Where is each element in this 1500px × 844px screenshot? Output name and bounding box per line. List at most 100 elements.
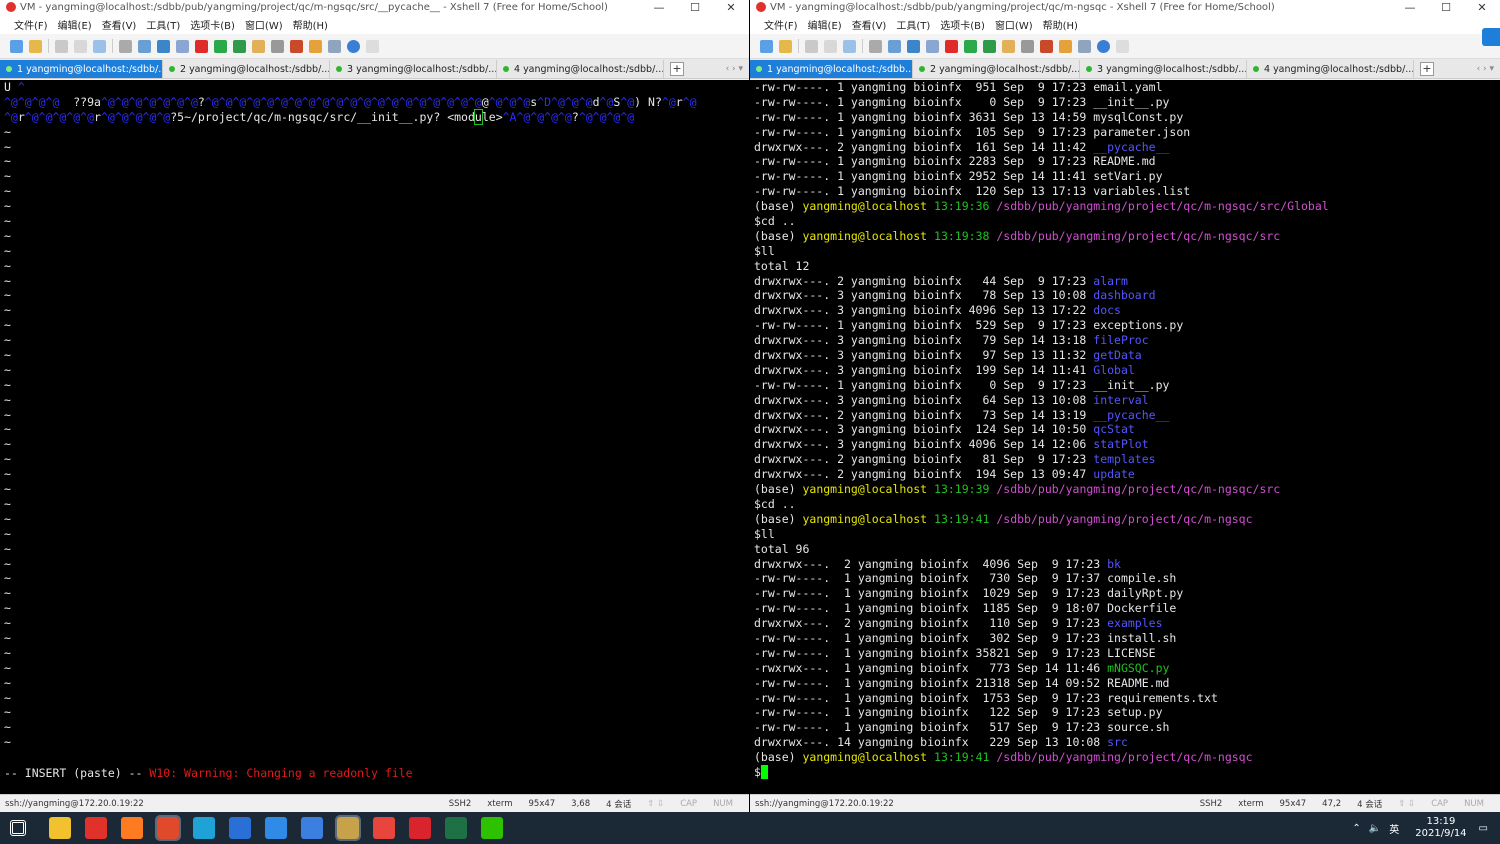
globe-icon[interactable] xyxy=(157,39,170,53)
ime-indicator[interactable]: 英 xyxy=(1389,821,1399,836)
close-icon[interactable]: ✕ xyxy=(713,1,749,14)
menu-file[interactable]: 文件(F) xyxy=(764,17,798,32)
session-tab-2[interactable]: 2 yangming@localhost:/sdbb/... xyxy=(163,60,330,78)
feishu-icon[interactable] xyxy=(265,817,287,839)
excel-icon[interactable] xyxy=(445,817,467,839)
tab-label: 1 yangming@localhost:/sdbb/... xyxy=(17,63,163,75)
maximize-icon[interactable]: ☐ xyxy=(677,1,713,14)
session-tab-4[interactable]: 4 yangming@localhost:/sdbb/... xyxy=(497,60,664,78)
add-tab-icon[interactable]: + xyxy=(1420,62,1434,76)
menu-view[interactable]: 查看(V) xyxy=(852,17,887,32)
compose-icon[interactable] xyxy=(309,39,322,53)
menu-tabs[interactable]: 选项卡(B) xyxy=(940,17,985,32)
compose-icon[interactable] xyxy=(1059,39,1072,53)
reconnect-icon[interactable] xyxy=(843,39,856,53)
fullscreen-icon[interactable] xyxy=(983,39,996,53)
font-icon[interactable] xyxy=(176,39,189,53)
xshell-icon[interactable] xyxy=(155,815,181,841)
terminal-vim[interactable]: U ^ ^@^@^@^@ ??9a^@^@^@^@^@^@^@?^@^@^@^@… xyxy=(0,80,749,794)
command-line: $cd .. xyxy=(754,214,796,229)
search-icon[interactable] xyxy=(869,39,882,53)
chat-icon[interactable] xyxy=(1116,39,1129,53)
menu-edit[interactable]: 编辑(E) xyxy=(58,17,92,32)
add-tab-icon[interactable]: + xyxy=(670,62,684,76)
menu-tools[interactable]: 工具(T) xyxy=(896,17,930,32)
menu-view[interactable]: 查看(V) xyxy=(102,17,137,32)
file-name: fileProc xyxy=(1093,333,1149,348)
volume-icon[interactable]: 🔈 xyxy=(1369,823,1381,834)
disconnect-icon[interactable] xyxy=(824,39,837,53)
menu-help[interactable]: 帮助(H) xyxy=(1043,17,1078,32)
xftp-icon[interactable] xyxy=(195,39,208,53)
search-icon[interactable] xyxy=(119,39,132,53)
layout-icon[interactable] xyxy=(1078,39,1091,53)
tray-chevron-icon[interactable]: ⌃ xyxy=(1352,823,1360,834)
reconnect-icon[interactable] xyxy=(93,39,106,53)
chat-icon[interactable] xyxy=(366,39,379,53)
chrome-icon[interactable] xyxy=(373,817,395,839)
menu-tools[interactable]: 工具(T) xyxy=(146,17,180,32)
en-keyboard-icon[interactable] xyxy=(229,817,251,839)
keyboard-icon[interactable] xyxy=(271,39,284,53)
disconnect-icon[interactable] xyxy=(74,39,87,53)
notification-icon[interactable]: ▭ xyxy=(1479,823,1488,834)
maximize-icon[interactable]: ☐ xyxy=(1428,1,1464,14)
new-session-icon[interactable] xyxy=(760,39,773,53)
status-arrows-icon: ⇧ ⇩ xyxy=(647,798,665,809)
globe-icon[interactable] xyxy=(907,39,920,53)
menu-file[interactable]: 文件(F) xyxy=(14,17,48,32)
session-tab-1[interactable]: 1 yangming@localhost:/sdbb...× xyxy=(750,60,913,78)
tab-nav-arrows-icon[interactable]: ‹ › ▾ xyxy=(1477,64,1500,74)
help-icon[interactable] xyxy=(1097,39,1110,53)
font-icon[interactable] xyxy=(926,39,939,53)
menu-help[interactable]: 帮助(H) xyxy=(293,17,328,32)
open-folder-icon[interactable] xyxy=(29,39,42,53)
fullscreen-icon[interactable] xyxy=(233,39,246,53)
copy-icon[interactable] xyxy=(138,39,151,53)
menu-window[interactable]: 窗口(W) xyxy=(995,17,1033,32)
minimize-icon[interactable]: — xyxy=(1392,1,1428,14)
firefox-icon[interactable] xyxy=(121,817,143,839)
new-session-icon[interactable] xyxy=(10,39,23,53)
help-icon[interactable] xyxy=(347,39,360,53)
terminal-shell[interactable]: -rw-rw----. 1 yangming bioinfx 951 Sep 9… xyxy=(750,80,1500,794)
xagent-icon[interactable] xyxy=(214,39,227,53)
close-icon[interactable]: ✕ xyxy=(1464,1,1500,14)
tab-nav-arrows-icon[interactable]: ‹ › ▾ xyxy=(726,64,749,74)
vim-empty-line: ~ xyxy=(4,303,11,318)
xagent-icon[interactable] xyxy=(964,39,977,53)
app-gold-icon[interactable] xyxy=(335,815,361,841)
listing-row: -rw-rw----. 1 yangming bioinfx 1753 Sep … xyxy=(754,690,1218,705)
session-tab-4[interactable]: 4 yangming@localhost:/sdbb/... xyxy=(1247,60,1414,78)
session-tab-1[interactable]: 1 yangming@localhost:/sdbb/...× xyxy=(0,60,163,78)
lock-icon[interactable] xyxy=(252,39,265,53)
side-panel-icon[interactable] xyxy=(1482,28,1500,46)
clock[interactable]: 13:19 2021/9/14 xyxy=(1415,816,1466,840)
file-explorer-icon[interactable] xyxy=(49,817,71,839)
session-tab-2[interactable]: 2 yangming@localhost:/sdbb/... xyxy=(913,60,1080,78)
title-bar[interactable]: VM - yangming@localhost:/sdbb/pub/yangmi… xyxy=(0,0,749,14)
app-red2-icon[interactable] xyxy=(409,817,431,839)
open-folder-icon[interactable] xyxy=(779,39,792,53)
wechat-icon[interactable] xyxy=(481,817,503,839)
app-blue-icon[interactable] xyxy=(301,817,323,839)
xftp-icon[interactable] xyxy=(945,39,958,53)
session-tab-3[interactable]: 3 yangming@localhost:/sdbb/... xyxy=(330,60,497,78)
title-bar[interactable]: VM - yangming@localhost:/sdbb/pub/yangmi… xyxy=(750,0,1500,14)
connect-icon[interactable] xyxy=(55,39,68,53)
script-icon[interactable] xyxy=(1040,39,1053,53)
connect-icon[interactable] xyxy=(805,39,818,53)
minimize-icon[interactable]: — xyxy=(641,1,677,14)
edge-icon[interactable] xyxy=(193,817,215,839)
layout-icon[interactable] xyxy=(328,39,341,53)
menu-edit[interactable]: 编辑(E) xyxy=(808,17,842,32)
app-red-icon[interactable] xyxy=(85,817,107,839)
menu-window[interactable]: 窗口(W) xyxy=(245,17,283,32)
session-tab-3[interactable]: 3 yangming@localhost:/sdbb/... xyxy=(1080,60,1247,78)
copy-icon[interactable] xyxy=(888,39,901,53)
lock-icon[interactable] xyxy=(1002,39,1015,53)
windows-start-icon[interactable] xyxy=(10,820,26,836)
keyboard-icon[interactable] xyxy=(1021,39,1034,53)
menu-tabs[interactable]: 选项卡(B) xyxy=(190,17,235,32)
script-icon[interactable] xyxy=(290,39,303,53)
